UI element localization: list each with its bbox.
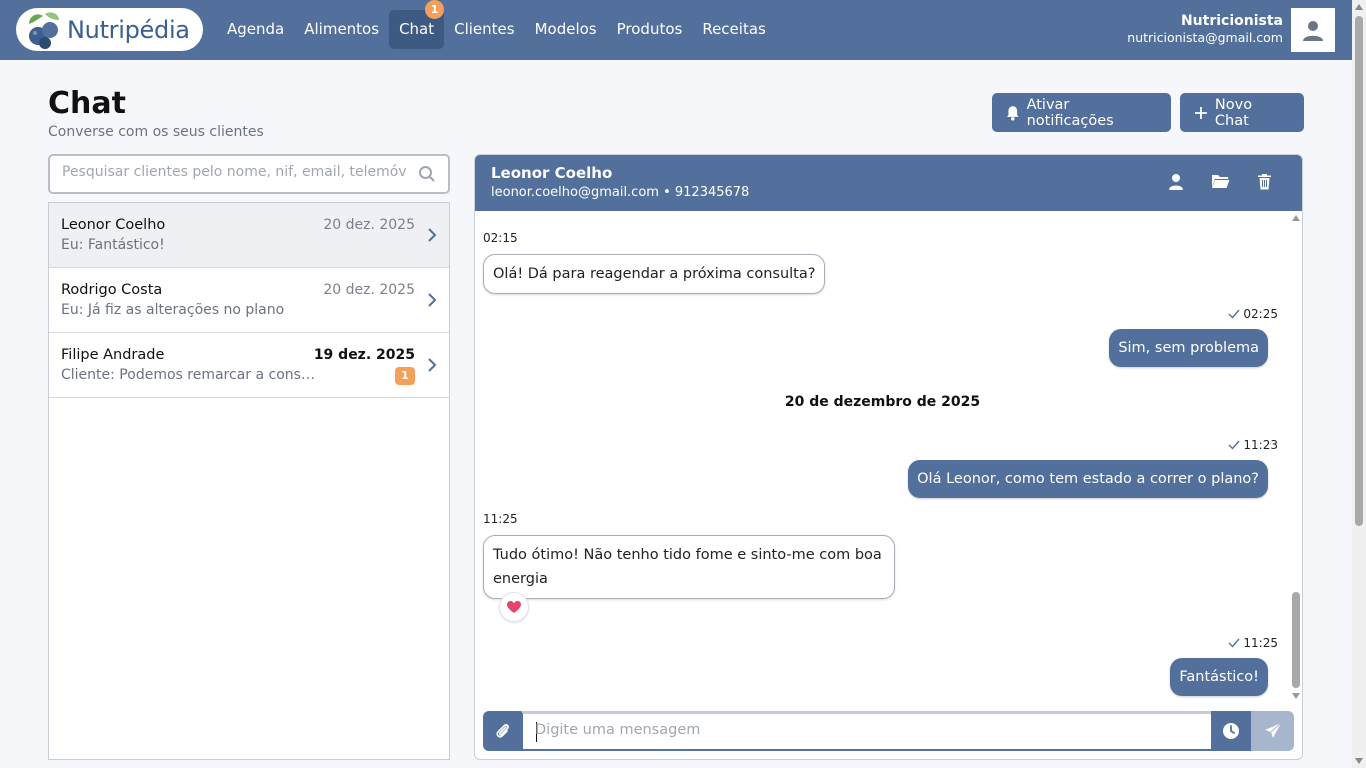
nav-chat[interactable]: Chat 1: [389, 0, 445, 49]
message-time-row: 11:23: [1228, 438, 1278, 452]
schedule-message-button[interactable]: [1211, 711, 1251, 751]
chat-header: Leonor Coelho leonor.coelho@gmail.com • …: [475, 155, 1302, 211]
conversation-name: Rodrigo Costa: [61, 282, 163, 298]
search-icon[interactable]: [418, 165, 436, 183]
chat-contact-name: Leonor Coelho: [491, 164, 613, 182]
incoming-message: Tudo ótimo! Não tenho tido fome e sinto-…: [483, 535, 895, 599]
attach-button[interactable]: [483, 711, 523, 751]
user-info: Nutricionista nutricionista@gmail.com: [1127, 13, 1283, 45]
check-icon: [1228, 638, 1240, 648]
unread-badge: 1: [395, 367, 415, 385]
chat-panel: Leonor Coelho leonor.coelho@gmail.com • …: [474, 154, 1303, 760]
chevron-right-icon: [428, 228, 437, 242]
conversation-preview: Cliente: Podemos remarcar a consulta par…: [61, 367, 319, 383]
page-scrollbar[interactable]: [1352, 0, 1366, 768]
conversation-list: Leonor Coelho Eu: Fantástico! 20 dez. 20…: [48, 202, 450, 760]
reaction-badge[interactable]: [499, 592, 529, 622]
folder-icon[interactable]: [1211, 173, 1230, 189]
scrollbar-thumb[interactable]: [1355, 16, 1363, 526]
clock-icon: [1223, 723, 1239, 739]
conversation-item[interactable]: Filipe Andrade Cliente: Podemos remarcar…: [49, 333, 449, 398]
conversation-name: Leonor Coelho: [61, 217, 166, 233]
nav-chat-badge: 1: [425, 0, 445, 19]
client-search: [48, 154, 450, 194]
outgoing-message: Fantástico!: [1170, 658, 1268, 696]
scroll-up-arrow-icon[interactable]: [1292, 215, 1300, 221]
message-time-row: 11:25: [1228, 636, 1278, 650]
plus-icon: [1194, 106, 1207, 119]
scroll-down-arrow-icon[interactable]: [1292, 693, 1300, 699]
scrollbar-thumb[interactable]: [1292, 592, 1300, 688]
message-time: 11:23: [1243, 438, 1278, 452]
conversation-item[interactable]: Rodrigo Costa Eu: Já fiz as alterações n…: [49, 268, 449, 333]
scroll-up-arrow-icon[interactable]: [1355, 4, 1363, 10]
conversation-date: 20 dez. 2025: [323, 217, 415, 233]
user-name: Nutricionista: [1180, 13, 1283, 29]
chevron-right-icon: [428, 358, 437, 372]
heart-icon: [507, 601, 521, 613]
thread-scrollbar[interactable]: [1290, 211, 1302, 703]
new-chat-label: Novo Chat: [1214, 96, 1253, 129]
nav-clientes[interactable]: Clientes: [444, 10, 524, 49]
trash-icon[interactable]: [1257, 173, 1272, 190]
chat-contact-info: leonor.coelho@gmail.com • 912345678: [491, 185, 750, 200]
conversation-preview: Eu: Fantástico!: [61, 237, 165, 253]
check-icon: [1228, 309, 1240, 319]
message-time: 11:25: [483, 512, 518, 526]
message-time: 11:25: [1243, 636, 1278, 650]
message-field: [521, 711, 1213, 751]
nav-alimentos[interactable]: Alimentos: [294, 10, 389, 49]
page-title: Chat: [48, 86, 126, 121]
conversation-date: 20 dez. 2025: [323, 282, 415, 298]
new-chat-button[interactable]: Novo Chat: [1180, 93, 1304, 132]
conversation-item[interactable]: Leonor Coelho Eu: Fantástico! 20 dez. 20…: [49, 203, 449, 268]
enable-notifications-button[interactable]: Ativar notificações: [992, 93, 1171, 132]
chevron-right-icon: [428, 293, 437, 307]
client-profile-icon[interactable]: [1168, 173, 1184, 191]
avatar[interactable]: [1291, 8, 1335, 52]
nav-receitas[interactable]: Receitas: [692, 10, 776, 49]
user-icon: [1303, 21, 1323, 41]
date-separator: 20 de dezembro de 2025: [784, 394, 981, 410]
conversation-name: Filipe Andrade: [61, 347, 165, 363]
conversation-preview: Eu: Já fiz as alterações no plano: [61, 302, 285, 318]
paperclip-icon: [496, 724, 509, 738]
incoming-message: Olá! Dá para reagendar a próxima consult…: [483, 254, 826, 294]
nav-modelos[interactable]: Modelos: [525, 10, 607, 49]
message-input[interactable]: [535, 722, 1195, 738]
brand-name: Nutripédia: [67, 15, 190, 44]
client-search-input[interactable]: [62, 164, 407, 180]
main-nav: Agenda Alimentos Chat 1 Clientes Modelos…: [217, 0, 776, 49]
nav-produtos[interactable]: Produtos: [607, 10, 693, 49]
message-thread: 02:15 Olá! Dá para reagendar a próxima c…: [475, 211, 1290, 703]
message-time: 02:15: [483, 231, 518, 245]
page-subtitle: Converse com os seus clientes: [48, 124, 264, 140]
top-navbar: Nutripédia Agenda Alimentos Chat 1 Clien…: [0, 0, 1352, 60]
send-icon: [1264, 722, 1281, 738]
logo-icon: [25, 10, 65, 50]
nav-chat-label: Chat: [399, 20, 435, 38]
bell-icon: [1006, 105, 1019, 121]
outgoing-message: Olá Leonor, como tem estado a correr o p…: [908, 460, 1268, 498]
check-icon: [1228, 440, 1240, 450]
send-button[interactable]: [1251, 711, 1294, 751]
enable-notifications-label: Ativar notificações: [1026, 96, 1114, 129]
conversation-date: 19 dez. 2025: [313, 347, 415, 363]
scroll-down-arrow-icon[interactable]: [1355, 758, 1363, 764]
user-email: nutricionista@gmail.com: [1127, 30, 1283, 45]
brand-logo[interactable]: Nutripédia: [16, 8, 203, 51]
nav-agenda[interactable]: Agenda: [217, 10, 294, 49]
message-time: 02:25: [1243, 307, 1278, 321]
message-composer: [483, 711, 1294, 751]
outgoing-message: Sim, sem problema: [1109, 329, 1268, 367]
message-time-row: 02:25: [1228, 307, 1278, 321]
